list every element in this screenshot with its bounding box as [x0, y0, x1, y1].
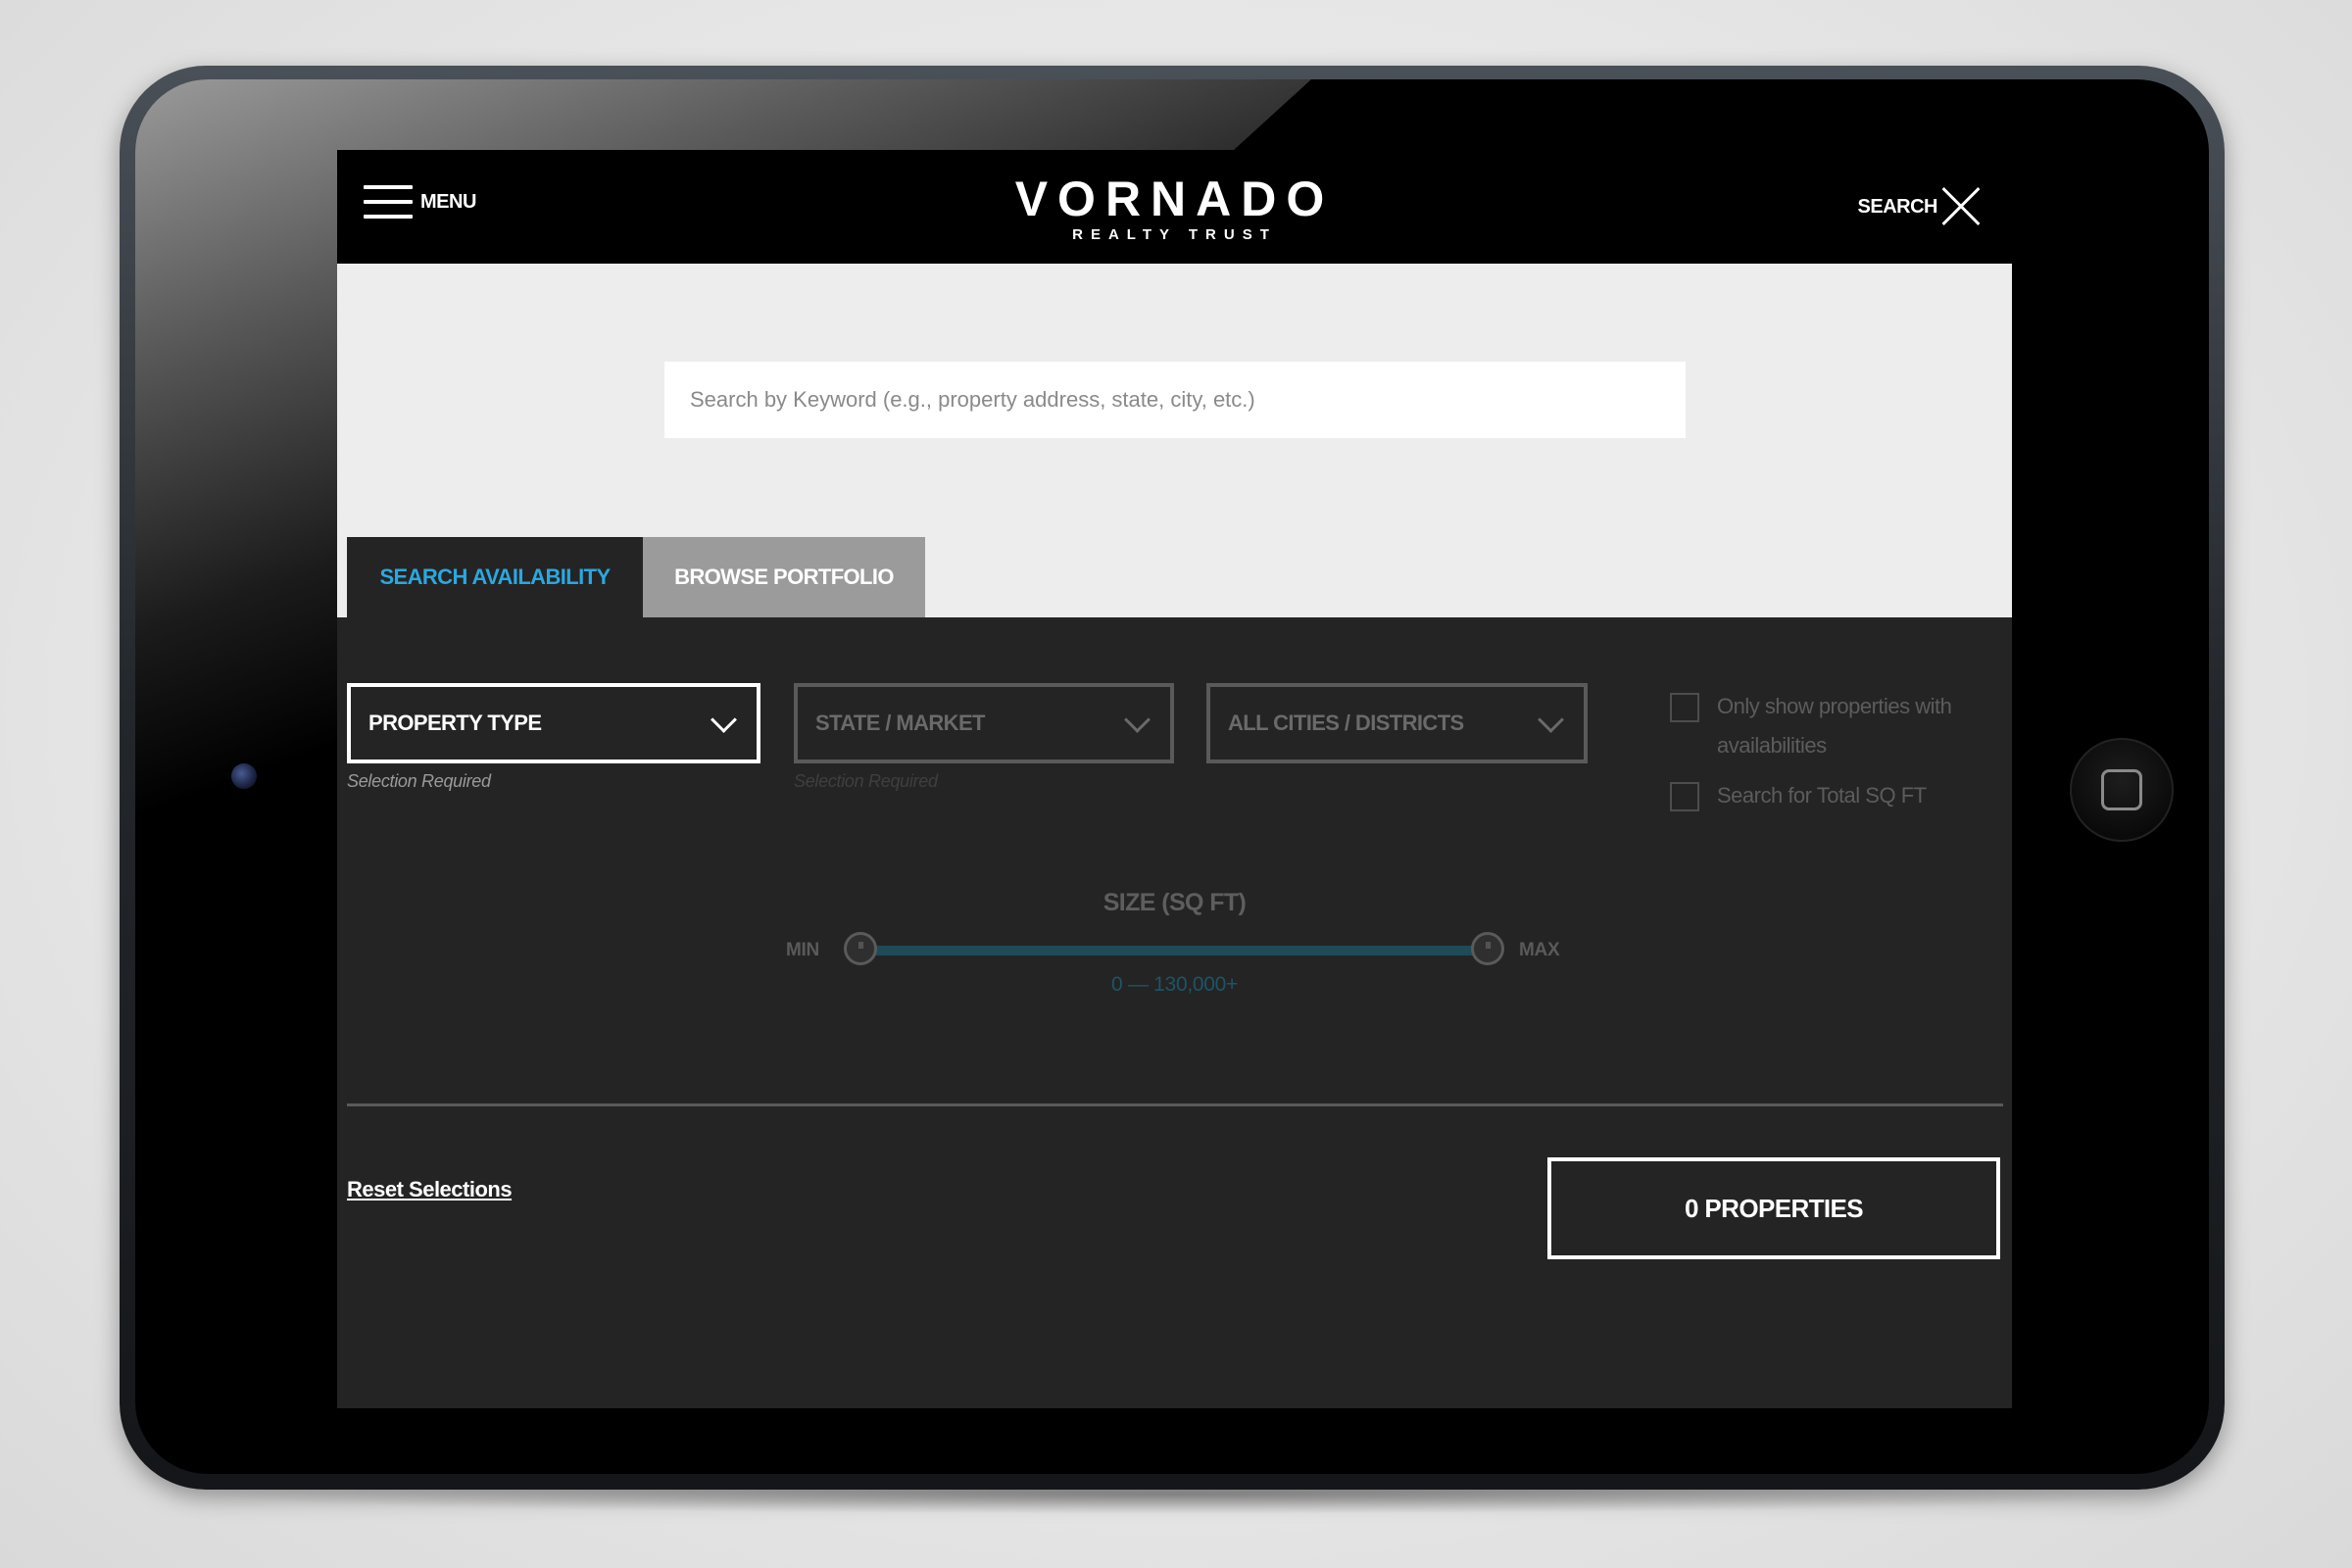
keyword-search-input[interactable] [664, 362, 1686, 438]
tab-browse-portfolio[interactable]: BROWSE PORTFOLIO [643, 537, 925, 617]
total-sqft-checkbox-label: Search for Total SQ FT [1717, 783, 1927, 808]
property-type-label: PROPERTY TYPE [368, 710, 542, 735]
availability-checkbox[interactable] [1670, 693, 1699, 722]
state-market-label: STATE / MARKET [815, 710, 985, 735]
home-button[interactable] [2070, 738, 2174, 842]
view-properties-button[interactable]: 0 PROPERTIES [1547, 1157, 2000, 1259]
chevron-down-icon [1538, 706, 1564, 733]
cities-districts-dropdown[interactable]: ALL CITIES / DISTRICTS [1206, 683, 1588, 763]
property-type-hint: Selection Required [347, 771, 491, 791]
logo-sub-text: REALTY TRUST [1072, 226, 1277, 243]
section-divider [347, 1103, 2003, 1106]
chevron-down-icon [710, 706, 737, 733]
chevron-down-icon [1124, 706, 1151, 733]
slider-max-label: MAX [1519, 940, 1560, 960]
search-label: SEARCH [1857, 195, 1938, 218]
slider-min-handle[interactable] [844, 932, 877, 965]
app-screen: MENU VORNADO REALTY TRUST SEARCH SEARCH … [337, 150, 2012, 1408]
top-navigation-bar: MENU VORNADO REALTY TRUST SEARCH [337, 150, 2012, 264]
availability-checkbox-label: Only show properties with availabilities [1717, 694, 1952, 758]
reset-selections-link[interactable]: Reset Selections [347, 1177, 513, 1202]
logo-main-text: VORNADO [1014, 172, 1335, 226]
size-range-value: 0 — 130,000+ [1111, 973, 1238, 996]
total-sqft-checkbox-row[interactable]: Search for Total SQ FT [1670, 782, 2011, 815]
camera-icon [231, 763, 257, 789]
slider-min-label: MIN [786, 940, 819, 960]
property-type-dropdown[interactable]: PROPERTY TYPE [347, 683, 760, 763]
vornado-logo[interactable]: VORNADO REALTY TRUST [337, 173, 2012, 243]
slider-max-handle[interactable] [1471, 932, 1504, 965]
total-sqft-checkbox[interactable] [1670, 782, 1699, 811]
availability-checkbox-row[interactable]: Only show properties with availabilities [1670, 693, 2011, 765]
search-close-button[interactable]: SEARCH [1858, 185, 1983, 228]
size-slider-track[interactable] [860, 946, 1488, 956]
home-square-icon [2101, 769, 2142, 810]
tab-search-availability[interactable]: SEARCH AVAILABILITY [347, 537, 643, 617]
size-title: SIZE (SQ FT) [1102, 889, 1247, 916]
search-panel: SEARCH AVAILABILITY BROWSE PORTFOLIO [337, 264, 2012, 617]
state-market-hint: Selection Required [794, 771, 938, 791]
cities-districts-label: ALL CITIES / DISTRICTS [1228, 710, 1464, 735]
close-icon [1939, 185, 1983, 228]
state-market-dropdown[interactable]: STATE / MARKET [794, 683, 1174, 763]
